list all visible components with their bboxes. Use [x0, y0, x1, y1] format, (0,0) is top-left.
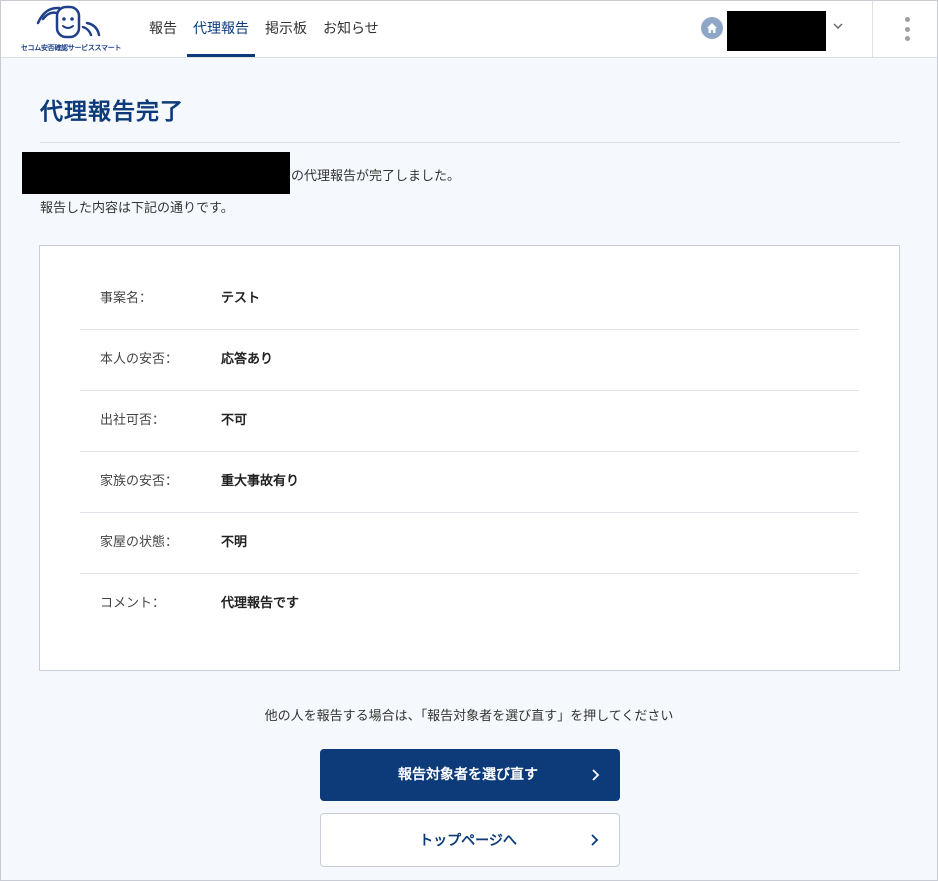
detail-row-incident: 事案名： テスト — [80, 268, 859, 330]
top-page-label: トップページへ — [419, 833, 517, 849]
page-title: 代理報告完了 — [40, 99, 184, 125]
detail-value: テスト — [221, 291, 261, 306]
detail-row-house-status: 家屋の状態： 不明 — [80, 512, 859, 574]
main-nav: 報告 代理報告 掲示板 お知らせ — [141, 1, 387, 57]
detail-label: コメント： — [100, 596, 166, 611]
chevron-right-icon — [591, 834, 599, 846]
nav-item-report[interactable]: 報告 — [141, 1, 185, 57]
detail-row-comment: コメント： 代理報告です — [80, 573, 859, 634]
detail-label: 出社可否： — [100, 413, 166, 428]
detail-label: 家族の安否： — [100, 474, 179, 489]
reselect-target-button[interactable]: 報告対象者を選び直す — [320, 749, 620, 801]
logo-mascot-icon — [36, 5, 101, 39]
nav-item-bulletin-board[interactable]: 掲示板 — [257, 1, 315, 57]
detail-row-family-safety: 家族の安否： 重大事故有り — [80, 451, 859, 513]
details-intro: 報告した内容は下記の通りです。 — [40, 201, 234, 216]
app-logo[interactable]: セコム安否確認サービススマート — [19, 5, 123, 55]
chevron-down-icon[interactable] — [831, 19, 845, 33]
detail-value: 不明 — [221, 535, 248, 550]
detail-label: 家屋の状態： — [100, 535, 179, 550]
logo-text: セコム安否確認サービススマート — [20, 44, 122, 52]
app-header: セコム安否確認サービススマート 報告 代理報告 掲示板 お知らせ — [1, 1, 937, 58]
title-divider — [40, 142, 900, 143]
detail-value: 代理報告です — [221, 596, 300, 611]
home-icon[interactable] — [701, 17, 723, 39]
header-divider — [872, 1, 873, 57]
chevron-right-icon — [592, 769, 600, 781]
more-vertical-icon[interactable] — [897, 15, 917, 43]
nav-item-proxy-report[interactable]: 代理報告 — [185, 1, 257, 57]
detail-value: 応答あり — [221, 352, 274, 367]
user-name-redacted[interactable] — [727, 11, 826, 51]
top-page-button[interactable]: トップページへ — [320, 813, 620, 867]
detail-label: 本人の安否： — [100, 352, 179, 367]
detail-row-attendance: 出社可否： 不可 — [80, 390, 859, 452]
report-details-card: 事案名： テスト 本人の安否： 応答あり 出社可否： 不可 家族の安否： 重大事… — [39, 245, 900, 671]
target-person-redacted — [22, 152, 290, 194]
detail-value: 重大事故有り — [221, 474, 300, 489]
reselect-target-label: 報告対象者を選び直す — [398, 767, 538, 783]
detail-value: 不可 — [221, 413, 248, 428]
detail-label: 事案名： — [100, 291, 153, 306]
completion-message: の代理報告が完了しました。 — [291, 169, 461, 184]
detail-row-personal-safety: 本人の安否： 応答あり — [80, 329, 859, 391]
nav-item-notices[interactable]: お知らせ — [315, 1, 387, 57]
reselect-instruction: 他の人を報告する場合は、「報告対象者を選び直す」を押してください — [264, 709, 674, 724]
